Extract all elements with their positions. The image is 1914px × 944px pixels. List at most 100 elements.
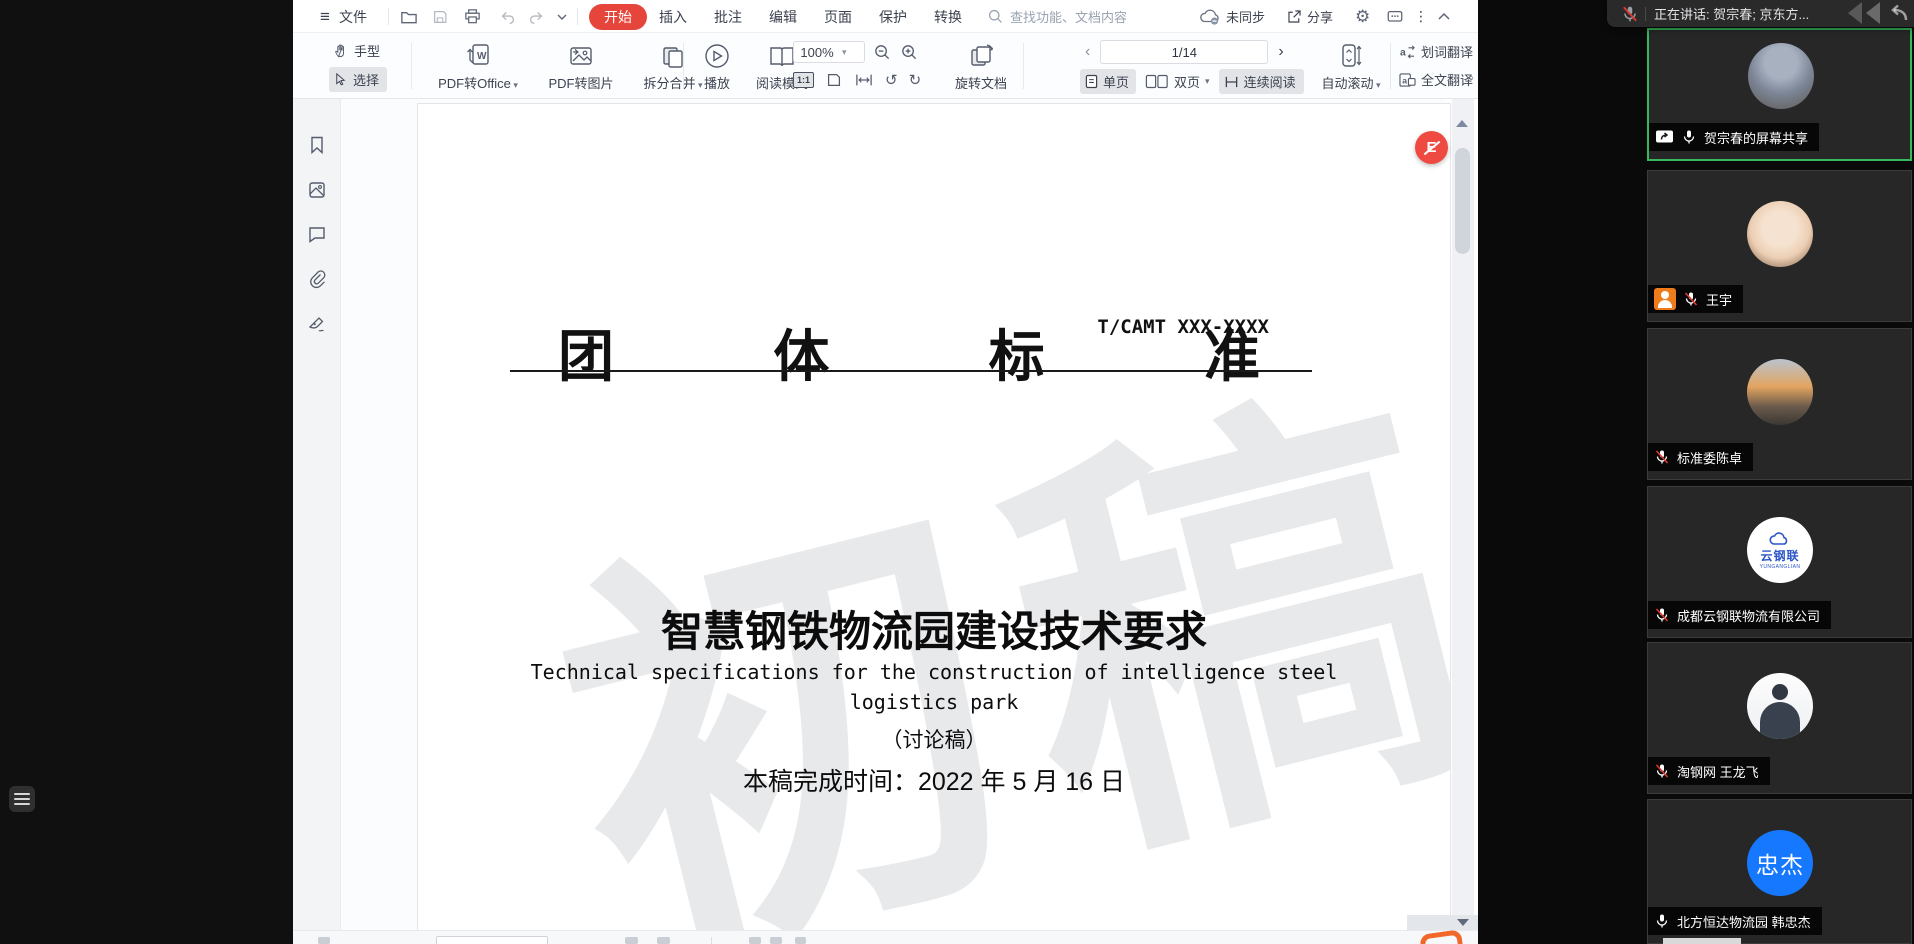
bookmarks-icon[interactable] xyxy=(307,135,327,155)
draft-note: （讨论稿） xyxy=(418,724,1450,754)
participant-tile[interactable]: 标准委陈卓 xyxy=(1647,328,1912,480)
participant-tile[interactable]: 忠杰 北方恒达物流园 韩忠杰 xyxy=(1647,799,1912,944)
document-title-cn: 智慧钢铁物流园建设技术要求 xyxy=(418,598,1450,659)
participant-tile[interactable]: 淘钢网 王龙飞 xyxy=(1647,642,1912,794)
sync-status[interactable]: 未同步 xyxy=(1198,0,1265,33)
continuous-read-button[interactable]: 连续阅读 xyxy=(1219,69,1304,94)
mic-muted-icon xyxy=(1654,449,1670,465)
rotate-document-button[interactable]: 旋转文档 xyxy=(943,40,1019,92)
cloud-logo-icon xyxy=(1767,531,1793,547)
redo-icon[interactable] xyxy=(527,0,545,33)
pdf-to-office-button[interactable]: W PDF转Office ▾ xyxy=(424,40,532,92)
search-input[interactable]: 查找功能、文档内容 xyxy=(987,0,1127,33)
floating-notes-widget[interactable] xyxy=(9,786,35,812)
single-page-button[interactable]: 单页 xyxy=(1080,69,1136,94)
participant-tile[interactable]: 王宇 xyxy=(1647,170,1912,322)
fit-page-icon[interactable] xyxy=(825,71,843,89)
open-file-icon[interactable] xyxy=(399,0,418,33)
hand-tool[interactable]: 手型 xyxy=(333,41,380,60)
rotate-cw-icon[interactable]: ↻ xyxy=(909,71,922,89)
thumbnails-icon[interactable] xyxy=(307,180,327,200)
fit-controls: 1:1 ↺ ↻ xyxy=(793,71,921,89)
speaking-banner[interactable]: 正在讲话: 贺宗春; 京东方... xyxy=(1607,0,1914,27)
settings-gear-icon[interactable]: ⚙ xyxy=(1355,0,1370,33)
prev-page-icon[interactable]: ‹ xyxy=(1085,43,1090,61)
attachment-icon[interactable] xyxy=(307,269,327,289)
mic-on-icon xyxy=(1654,913,1670,929)
full-translate-button[interactable]: a 全文翻译 xyxy=(1399,70,1478,89)
document-title-en-line1: Technical specifications for the constru… xyxy=(418,660,1450,684)
tab-page[interactable]: 页面 xyxy=(824,0,852,33)
statusbar-fragment xyxy=(749,937,761,944)
statusbar-divider xyxy=(711,937,712,944)
zoom-level-value[interactable] xyxy=(794,45,840,60)
auto-scroll-button[interactable]: 自动滚动 ▾ xyxy=(1315,40,1387,92)
scroll-down-arrow[interactable] xyxy=(1457,919,1469,926)
statusbar-fragment xyxy=(770,937,782,944)
more-options-kebab-icon[interactable]: ⋮ xyxy=(1414,0,1428,33)
standard-code: T/CAMT XXX-XXXX xyxy=(1097,316,1269,338)
avatar xyxy=(1747,201,1813,267)
print-icon[interactable] xyxy=(463,0,482,33)
menubar: ≡ 文件 开始 插入 批注 编辑 xyxy=(293,0,1478,33)
avatar xyxy=(1747,359,1813,425)
document-viewport[interactable]: 初稿 团体标准 T/CAMT XXX-XXXX 智慧钢铁物流园建设技术要求 Te… xyxy=(341,99,1445,930)
feedback-comment-icon[interactable] xyxy=(1386,0,1404,33)
participant-tile[interactable]: 云钢联 YUNGANGLIAN 成都云钢联物流有限公司 xyxy=(1647,486,1912,638)
vertical-scrollbar-thumb[interactable] xyxy=(1455,148,1470,254)
comments-panel-icon[interactable] xyxy=(307,224,327,244)
avatar xyxy=(1748,43,1814,109)
tab-edit[interactable]: 编辑 xyxy=(769,0,797,33)
desktop-black-strip xyxy=(0,0,293,944)
tab-convert[interactable]: 转换 xyxy=(934,0,962,33)
hamburger-menu-icon[interactable]: ≡ xyxy=(320,0,330,33)
actual-size-button[interactable]: 1:1 xyxy=(793,72,814,88)
zoom-level-combo[interactable]: ▾ xyxy=(793,41,865,63)
participant-tile[interactable]: 贺宗春的屏幕共享 xyxy=(1647,28,1912,161)
tab-home[interactable]: 开始 xyxy=(589,0,647,33)
view-mode-controls: 单页 双页▾ 连续阅读 xyxy=(1080,69,1304,94)
scroll-up-arrow[interactable] xyxy=(1456,120,1468,127)
host-person-badge-icon xyxy=(1654,288,1676,310)
zoom-in-icon[interactable] xyxy=(900,43,919,62)
statusbar-fragment xyxy=(657,937,670,944)
avatar: 忠杰 xyxy=(1747,830,1813,896)
collapse-toolbar-icon[interactable] xyxy=(1436,0,1452,33)
word-translate-button[interactable]: a 划词翻译 xyxy=(1399,42,1478,61)
undo-icon[interactable] xyxy=(499,0,517,33)
save-icon[interactable] xyxy=(431,0,449,33)
screen: ≡ 文件 开始 插入 批注 编辑 xyxy=(0,0,1914,944)
tab-protect[interactable]: 保护 xyxy=(879,0,907,33)
document-title-en-line2: logistics park xyxy=(418,690,1450,714)
next-page-icon[interactable]: › xyxy=(1278,43,1283,61)
cloud-sync-icon xyxy=(1198,8,1222,26)
select-tool[interactable]: 选择 xyxy=(329,67,387,92)
page-indicator-input[interactable] xyxy=(1100,40,1268,64)
file-menu[interactable]: 文件 xyxy=(339,0,367,33)
mic-on-icon xyxy=(1681,129,1697,145)
double-page-button[interactable]: 双页▾ xyxy=(1145,72,1210,91)
tab-comment[interactable]: 批注 xyxy=(714,0,742,33)
participant-label: 标准委陈卓 xyxy=(1648,443,1753,471)
search-icon xyxy=(987,8,1004,25)
statusbar-page-input[interactable] xyxy=(436,936,548,944)
toolbar: 手型 选择 W PDF转Office ▾ PDF转图片 拆分合并 ▾ xyxy=(293,33,1478,99)
zoom-out-icon[interactable] xyxy=(873,43,892,62)
side-rail xyxy=(293,99,341,944)
screen-share-icon xyxy=(1655,129,1674,145)
floating-assistant-badge[interactable]: E xyxy=(1415,131,1448,164)
svg-text:a: a xyxy=(1402,75,1407,85)
pdf-to-image-button[interactable]: PDF转图片 xyxy=(536,40,626,92)
tab-insert[interactable]: 插入 xyxy=(659,0,687,33)
fit-width-icon[interactable] xyxy=(854,72,874,88)
rotate-ccw-icon[interactable]: ↺ xyxy=(885,71,898,89)
participant-label: 贺宗春的屏幕共享 xyxy=(1649,123,1819,151)
more-commands-chevron-icon[interactable] xyxy=(555,0,569,33)
play-button[interactable]: 播放 xyxy=(691,40,743,92)
signature-icon[interactable] xyxy=(307,314,328,334)
share-button[interactable]: 分享 xyxy=(1286,0,1333,33)
zoom-controls: ▾ xyxy=(793,41,919,63)
participant-label: 王宇 xyxy=(1648,285,1743,313)
toolbar-expand-chevron[interactable]: › xyxy=(1470,66,1478,90)
participant-label: 淘钢网 王龙飞 xyxy=(1648,757,1770,785)
